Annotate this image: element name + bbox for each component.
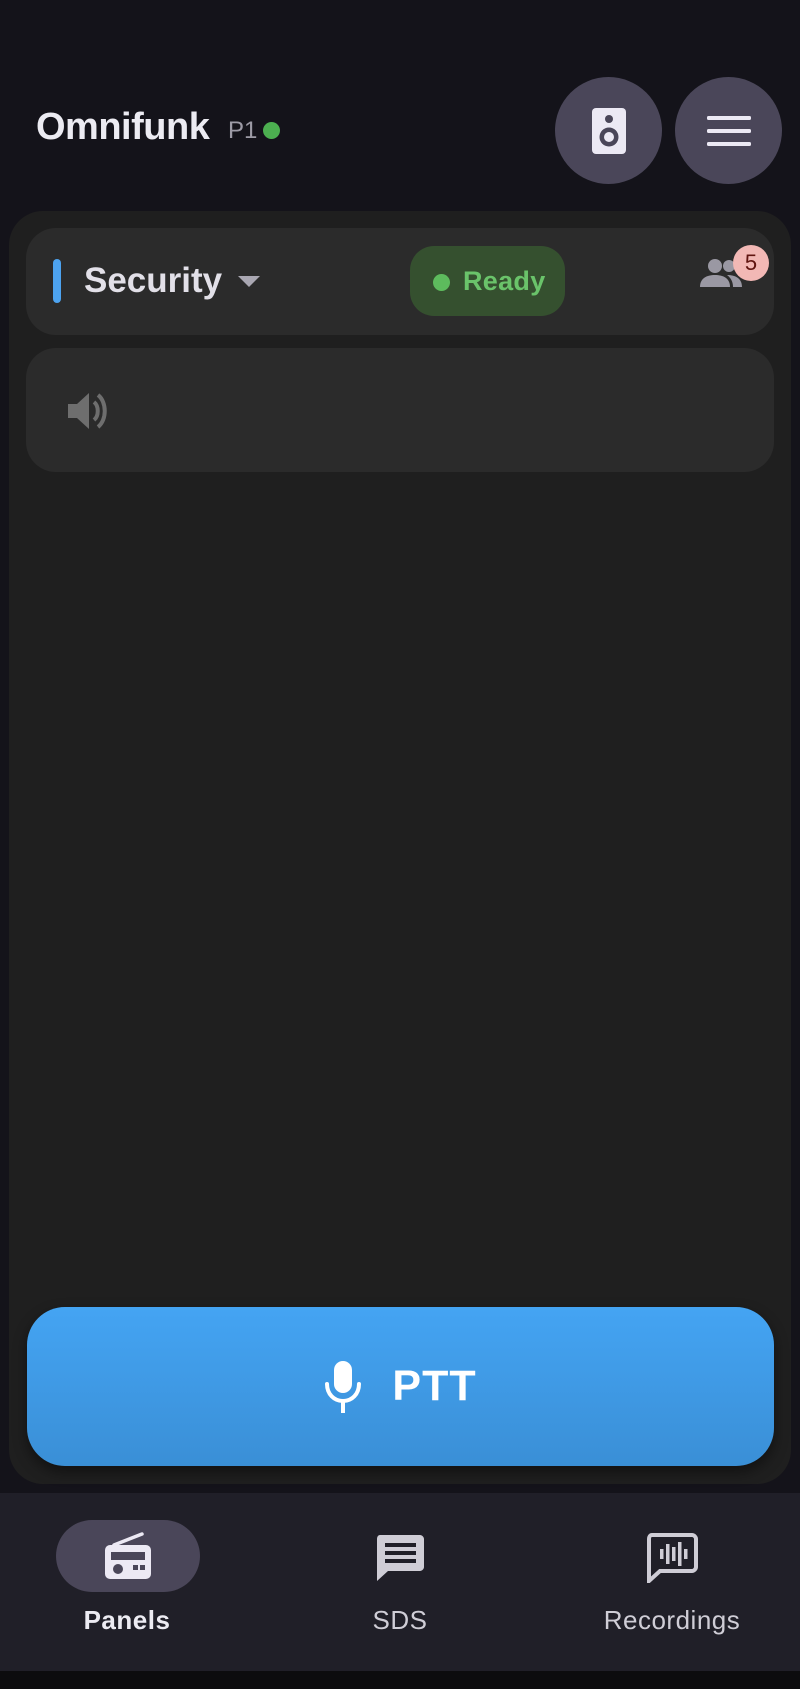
chevron-down-icon[interactable] bbox=[238, 276, 260, 287]
microphone-icon bbox=[325, 1360, 362, 1413]
voice-chat-icon bbox=[647, 1533, 698, 1583]
menu-icon bbox=[706, 115, 751, 146]
nav-label-recordings: Recordings bbox=[603, 1605, 741, 1635]
status-label: Ready bbox=[463, 266, 546, 296]
channel-panel: Security Ready 5 PTT bbox=[9, 211, 791, 1484]
ptt-content: PTT bbox=[324, 1360, 476, 1414]
profile-indicator: P1 bbox=[228, 117, 258, 144]
nav-label-panels: Panels bbox=[83, 1605, 171, 1635]
message-icon bbox=[377, 1535, 424, 1581]
ptt-label: PTT bbox=[392, 1362, 477, 1410]
system-navigation-bar bbox=[0, 1671, 800, 1689]
nav-label-sds: SDS bbox=[372, 1605, 428, 1635]
member-count-badge: 5 bbox=[733, 245, 769, 281]
status-badge: Ready bbox=[410, 246, 565, 316]
status-dot bbox=[433, 274, 450, 291]
ptt-button[interactable]: PTT bbox=[27, 1307, 774, 1466]
top-app-bar: Omnifunk P1 bbox=[0, 0, 800, 205]
online-status-dot bbox=[263, 122, 280, 139]
nav-item-panels[interactable]: Panels bbox=[0, 1493, 262, 1671]
app-title: Omnifunk bbox=[36, 106, 210, 148]
members-button[interactable]: 5 bbox=[699, 245, 769, 309]
speaker-icon bbox=[591, 107, 626, 154]
app-root: Omnifunk P1 Security Ready 5 PTT Panels … bbox=[0, 0, 800, 1689]
menu-button[interactable] bbox=[675, 77, 782, 184]
volume-icon bbox=[68, 393, 107, 429]
bottom-navigation: Panels SDS Recordings bbox=[0, 1493, 800, 1671]
speaker-button[interactable] bbox=[555, 77, 662, 184]
audio-activity-card bbox=[26, 348, 774, 472]
radio-icon bbox=[105, 1532, 151, 1579]
channel-color-indicator bbox=[53, 259, 61, 303]
channel-selector[interactable]: Security bbox=[84, 261, 222, 301]
nav-item-recordings[interactable]: Recordings bbox=[537, 1493, 800, 1671]
nav-item-sds[interactable]: SDS bbox=[265, 1493, 535, 1671]
channel-header-card: Security Ready 5 bbox=[26, 228, 774, 335]
